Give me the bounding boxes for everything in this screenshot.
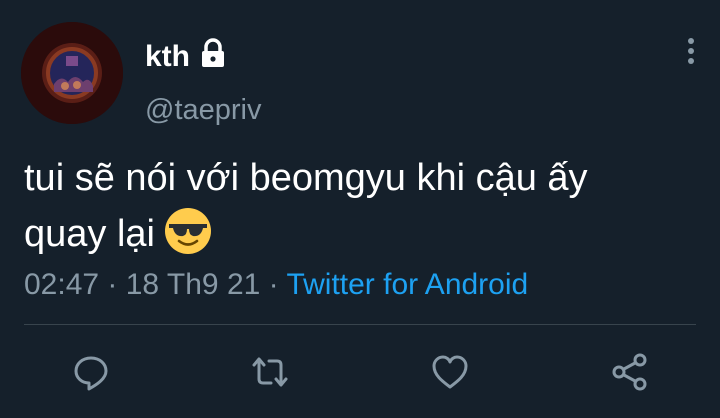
- user-handle[interactable]: @taepriv: [145, 93, 261, 127]
- sunglasses-emoji-icon: [163, 206, 213, 256]
- tweet-meta: 02:47 · 18 Th9 21 · Twitter for Android: [24, 267, 528, 303]
- tweet-time: 02:47: [24, 268, 100, 301]
- tweet-text-line-2-words: quay lại: [24, 213, 155, 255]
- tweet-date: 18 Th9 21: [125, 268, 261, 301]
- tweet-text-line-1: tui sẽ nói với beomgyu khi cậu ấy: [24, 157, 588, 199]
- heart-icon[interactable]: [430, 352, 470, 392]
- lock-icon: [199, 38, 227, 68]
- share-icon[interactable]: [610, 352, 650, 392]
- retweet-icon[interactable]: [250, 352, 290, 392]
- avatar[interactable]: [21, 22, 123, 124]
- tweet-text-line-2: quay lại: [24, 206, 704, 262]
- tweet-text: tui sẽ nói với beomgyu khi cậu ấy quay l…: [24, 150, 704, 262]
- divider: [24, 324, 696, 325]
- display-name[interactable]: kth: [145, 40, 190, 74]
- more-vertical-icon[interactable]: [680, 36, 702, 68]
- meta-separator: ·: [99, 268, 126, 301]
- tweet-source-link[interactable]: Twitter for Android: [286, 268, 528, 301]
- reply-icon[interactable]: [71, 352, 111, 392]
- meta-separator: ·: [260, 268, 287, 301]
